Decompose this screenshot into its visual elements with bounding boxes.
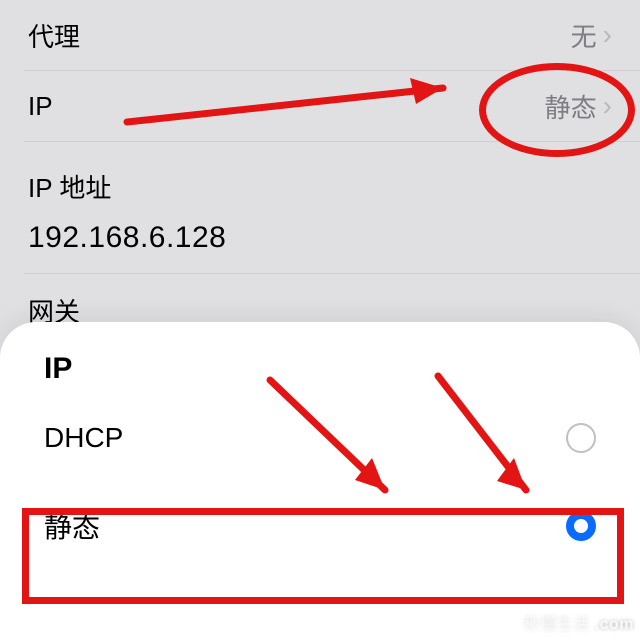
chevron-right-icon: › (603, 92, 612, 120)
radio-selected-icon (566, 511, 596, 541)
row-proxy-label: 代理 (28, 17, 571, 54)
watermark: 秒懂生活 .com (524, 610, 634, 634)
row-ip-value: 静态 (545, 88, 597, 125)
option-static[interactable]: 静态 (0, 482, 640, 570)
row-ip[interactable]: IP 静态 › (0, 71, 640, 141)
option-dhcp-label: DHCP (44, 422, 566, 454)
gateway-label: 网关 (0, 274, 640, 329)
row-ip-label: IP (28, 91, 545, 122)
option-dhcp[interactable]: DHCP (0, 394, 640, 482)
chevron-right-icon: › (603, 21, 612, 49)
ip-address-label: IP 地址 (0, 142, 640, 205)
option-static-label: 静态 (44, 506, 566, 546)
ip-address-value[interactable]: 192.168.6.128 (0, 205, 640, 273)
radio-unselected-icon (566, 423, 596, 453)
row-proxy-value: 无 (571, 17, 597, 54)
sheet-title: IP (0, 322, 640, 394)
ip-mode-sheet: IP DHCP 静态 (0, 322, 640, 640)
row-proxy[interactable]: 代理 无 › (0, 0, 640, 70)
